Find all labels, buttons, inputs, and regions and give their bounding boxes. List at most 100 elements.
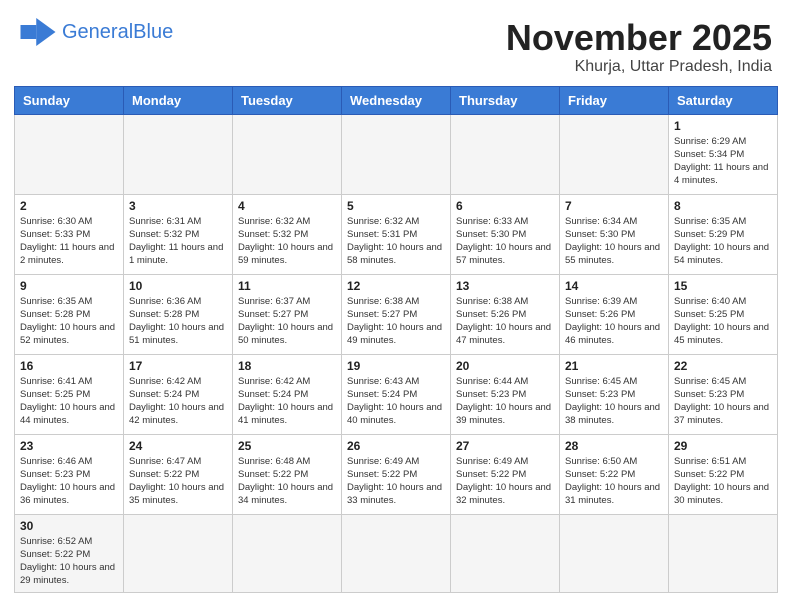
calendar-cell: 27Sunrise: 6:49 AMSunset: 5:22 PMDayligh… [451,434,560,514]
cell-sun-info: Sunrise: 6:45 AMSunset: 5:23 PMDaylight:… [565,375,663,428]
cell-sun-info: Sunrise: 6:32 AMSunset: 5:32 PMDaylight:… [238,215,336,268]
day-number: 16 [20,359,118,373]
calendar-cell: 3 Sunrise: 6:31 AMSunset: 5:32 PMDaylight… [124,194,233,274]
day-number: 11 [238,279,336,293]
calendar-cell [560,114,669,194]
cell-sun-info: Sunrise: 6:36 AMSunset: 5:28 PMDaylight:… [129,295,227,348]
day-number: 10 [129,279,227,293]
title-block: November 2025 Khurja, Uttar Pradesh, Ind… [506,18,772,76]
calendar-cell: 9Sunrise: 6:35 AMSunset: 5:28 PMDaylight… [15,274,124,354]
cell-sun-info: Sunrise: 6:42 AMSunset: 5:24 PMDaylight:… [238,375,336,428]
day-number: 13 [456,279,554,293]
week-row-0: 1 Sunrise: 6:29 AMSunset: 5:34 PMDaylight… [15,114,778,194]
week-row-1: 2 Sunrise: 6:30 AMSunset: 5:33 PMDaylight… [15,194,778,274]
week-row-5: 30 Sunrise: 6:52 AMSunset: 5:22 PMDayligh… [15,514,778,592]
calendar-header-row: SundayMondayTuesdayWednesdayThursdayFrid… [15,86,778,114]
day-number: 6 [456,199,554,213]
cell-sun-info: Sunrise: 6:40 AMSunset: 5:25 PMDaylight:… [674,295,772,348]
day-number: 21 [565,359,663,373]
day-number: 3 [129,199,227,213]
calendar-table: SundayMondayTuesdayWednesdayThursdayFrid… [14,86,778,593]
day-number: 1 [674,119,772,133]
calendar-cell: 16 Sunrise: 6:41 AMSunset: 5:25 PMDayligh… [15,354,124,434]
cell-sun-info: Sunrise: 6:47 AMSunset: 5:22 PMDaylight:… [129,455,227,508]
day-number: 24 [129,439,227,453]
calendar-cell: 12 Sunrise: 6:38 AMSunset: 5:27 PMDayligh… [342,274,451,354]
day-number: 26 [347,439,445,453]
calendar-cell: 11 Sunrise: 6:37 AMSunset: 5:27 PMDayligh… [233,274,342,354]
day-header-sunday: Sunday [15,86,124,114]
calendar-cell: 23Sunrise: 6:46 AMSunset: 5:23 PMDayligh… [15,434,124,514]
cell-sun-info: Sunrise: 6:48 AMSunset: 5:22 PMDaylight:… [238,455,336,508]
calendar-cell: 2 Sunrise: 6:30 AMSunset: 5:33 PMDaylight… [15,194,124,274]
calendar-cell: 28Sunrise: 6:50 AMSunset: 5:22 PMDayligh… [560,434,669,514]
day-number: 30 [20,519,118,533]
cell-sun-info: Sunrise: 6:39 AMSunset: 5:26 PMDaylight:… [565,295,663,348]
calendar-cell [342,114,451,194]
calendar-cell: 30 Sunrise: 6:52 AMSunset: 5:22 PMDayligh… [15,514,124,592]
calendar-cell: 29Sunrise: 6:51 AMSunset: 5:22 PMDayligh… [669,434,778,514]
location-title: Khurja, Uttar Pradesh, India [506,58,772,76]
cell-sun-info: Sunrise: 6:49 AMSunset: 5:22 PMDaylight:… [347,455,445,508]
calendar-cell: 7Sunrise: 6:34 AMSunset: 5:30 PMDaylight… [560,194,669,274]
day-number: 5 [347,199,445,213]
calendar-cell: 4Sunrise: 6:32 AMSunset: 5:32 PMDaylight… [233,194,342,274]
week-row-2: 9Sunrise: 6:35 AMSunset: 5:28 PMDaylight… [15,274,778,354]
month-title: November 2025 [506,18,772,58]
logo: GeneralBlue [20,18,173,46]
calendar-cell [15,114,124,194]
calendar-cell [342,514,451,592]
cell-sun-info: Sunrise: 6:52 AMSunset: 5:22 PMDaylight:… [20,535,118,588]
day-number: 20 [456,359,554,373]
calendar-cell: 18Sunrise: 6:42 AMSunset: 5:24 PMDayligh… [233,354,342,434]
calendar-cell [233,114,342,194]
day-header-friday: Friday [560,86,669,114]
calendar-cell: 6 Sunrise: 6:33 AMSunset: 5:30 PMDaylight… [451,194,560,274]
calendar-cell: 13Sunrise: 6:38 AMSunset: 5:26 PMDayligh… [451,274,560,354]
day-number: 2 [20,199,118,213]
day-header-saturday: Saturday [669,86,778,114]
calendar-cell [451,514,560,592]
calendar-cell: 22 Sunrise: 6:45 AMSunset: 5:23 PMDayligh… [669,354,778,434]
calendar-cell [669,514,778,592]
logo-text: GeneralBlue [62,22,173,42]
calendar-cell: 20Sunrise: 6:44 AMSunset: 5:23 PMDayligh… [451,354,560,434]
day-number: 8 [674,199,772,213]
calendar-body: 1 Sunrise: 6:29 AMSunset: 5:34 PMDaylight… [15,114,778,592]
day-number: 9 [20,279,118,293]
calendar-cell: 5Sunrise: 6:32 AMSunset: 5:31 PMDaylight… [342,194,451,274]
day-number: 12 [347,279,445,293]
calendar-cell: 8Sunrise: 6:35 AMSunset: 5:29 PMDaylight… [669,194,778,274]
cell-sun-info: Sunrise: 6:46 AMSunset: 5:23 PMDaylight:… [20,455,118,508]
cell-sun-info: Sunrise: 6:37 AMSunset: 5:27 PMDaylight:… [238,295,336,348]
cell-sun-info: Sunrise: 6:31 AMSunset: 5:32 PMDaylight:… [129,215,227,268]
cell-sun-info: Sunrise: 6:50 AMSunset: 5:22 PMDaylight:… [565,455,663,508]
week-row-3: 16 Sunrise: 6:41 AMSunset: 5:25 PMDayligh… [15,354,778,434]
day-header-monday: Monday [124,86,233,114]
calendar-cell: 10 Sunrise: 6:36 AMSunset: 5:28 PMDayligh… [124,274,233,354]
calendar-cell [560,514,669,592]
cell-sun-info: Sunrise: 6:41 AMSunset: 5:25 PMDaylight:… [20,375,118,428]
cell-sun-info: Sunrise: 6:45 AMSunset: 5:23 PMDaylight:… [674,375,772,428]
day-number: 19 [347,359,445,373]
calendar-cell: 14Sunrise: 6:39 AMSunset: 5:26 PMDayligh… [560,274,669,354]
calendar-cell: 21 Sunrise: 6:45 AMSunset: 5:23 PMDayligh… [560,354,669,434]
cell-sun-info: Sunrise: 6:34 AMSunset: 5:30 PMDaylight:… [565,215,663,268]
cell-sun-info: Sunrise: 6:38 AMSunset: 5:27 PMDaylight:… [347,295,445,348]
cell-sun-info: Sunrise: 6:29 AMSunset: 5:34 PMDaylight:… [674,135,772,188]
cell-sun-info: Sunrise: 6:30 AMSunset: 5:33 PMDaylight:… [20,215,118,268]
calendar-cell: 26 Sunrise: 6:49 AMSunset: 5:22 PMDayligh… [342,434,451,514]
calendar-cell: 17Sunrise: 6:42 AMSunset: 5:24 PMDayligh… [124,354,233,434]
calendar-cell: 25Sunrise: 6:48 AMSunset: 5:22 PMDayligh… [233,434,342,514]
calendar-cell [451,114,560,194]
calendar-cell: 1 Sunrise: 6:29 AMSunset: 5:34 PMDaylight… [669,114,778,194]
calendar-cell: 19 Sunrise: 6:43 AMSunset: 5:24 PMDayligh… [342,354,451,434]
cell-sun-info: Sunrise: 6:43 AMSunset: 5:24 PMDaylight:… [347,375,445,428]
calendar-cell [124,514,233,592]
cell-sun-info: Sunrise: 6:33 AMSunset: 5:30 PMDaylight:… [456,215,554,268]
cell-sun-info: Sunrise: 6:51 AMSunset: 5:22 PMDaylight:… [674,455,772,508]
day-number: 22 [674,359,772,373]
day-number: 17 [129,359,227,373]
day-header-thursday: Thursday [451,86,560,114]
logo-icon [20,18,56,46]
